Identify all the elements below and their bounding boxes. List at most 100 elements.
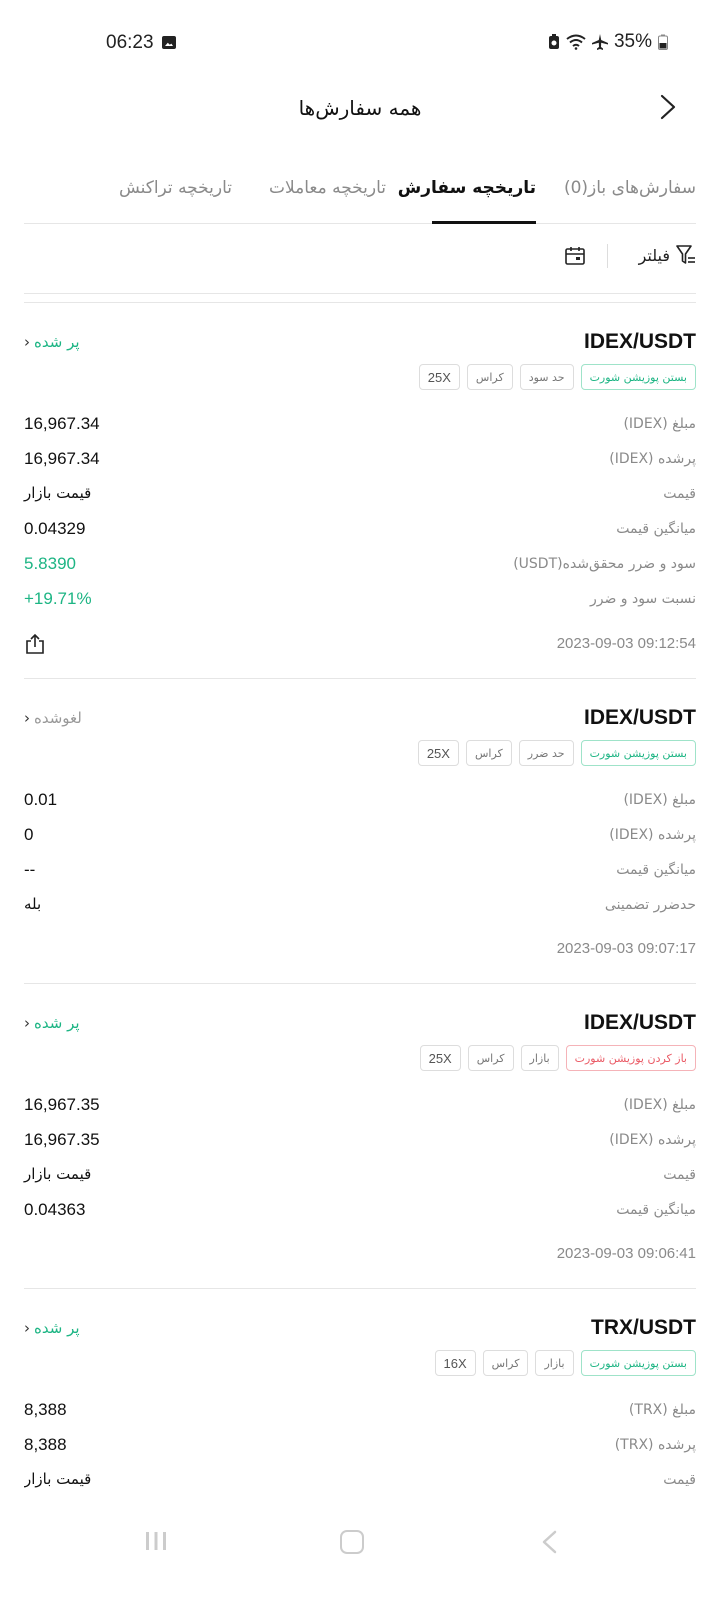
- order-card[interactable]: TRX/USDT پر شده ‹ بستن پوزیشن شورت بازار …: [24, 1316, 696, 1512]
- tab-transaction-history[interactable]: تاریخچه تراکنش: [119, 178, 232, 198]
- system-back-icon[interactable]: [540, 1530, 558, 1554]
- order-row: حدضرر تضمینی بله: [24, 895, 696, 921]
- tag-side: بستن پوزیشن شورت: [580, 364, 696, 390]
- row-value: 5.8390: [24, 554, 76, 573]
- tag-leverage: 25X: [417, 740, 459, 766]
- page-header: همه سفارش‌ها: [0, 86, 720, 130]
- status-icons: 35%: [548, 31, 668, 53]
- row-label: پرشده (IDEX): [609, 1132, 696, 1148]
- order-card[interactable]: IDEX/USDT پر شده ‹ بستن پوزیشن شورت حد سو…: [24, 330, 696, 690]
- tag-side: بستن پوزیشن شورت: [580, 1350, 696, 1376]
- recent-apps-icon[interactable]: [144, 1530, 168, 1552]
- order-status: لغوشده: [34, 709, 82, 727]
- row-label: مبلغ (TRX): [628, 1402, 696, 1418]
- status-time: 06:23: [106, 32, 154, 53]
- filter-icon: [676, 245, 695, 264]
- row-label: پرشده (TRX): [614, 1437, 696, 1453]
- battery-saver-icon: [548, 34, 559, 49]
- order-time: 2023-09-03 09:07:17: [556, 940, 696, 957]
- tab-open-orders[interactable]: سفارش‌های باز(0): [564, 178, 696, 198]
- divider: [24, 302, 696, 303]
- order-tags: باز کردن پوزیشن شورت بازار کراس 25X: [419, 1045, 696, 1071]
- row-value: 16,967.34: [24, 414, 100, 433]
- order-row: پرشده (TRX) 8,388: [24, 1435, 696, 1461]
- tab-order-history[interactable]: تاریخچه سفارش: [398, 178, 536, 198]
- order-pair: IDEX/USDT: [583, 330, 696, 353]
- row-label: مبلغ (IDEX): [623, 416, 696, 432]
- order-row: قیمت قیمت بازار: [24, 484, 696, 510]
- filter-button[interactable]: فیلتر: [639, 244, 696, 266]
- back-chevron-icon[interactable]: [656, 94, 680, 120]
- order-pair: TRX/USDT: [591, 1316, 696, 1339]
- row-label: قیمت: [663, 486, 696, 502]
- order-time: 2023-09-03 09:06:41: [556, 1245, 696, 1262]
- divider: [24, 983, 696, 984]
- row-value: قیمت بازار: [24, 1470, 92, 1488]
- order-pair: IDEX/USDT: [583, 706, 696, 729]
- calendar-icon[interactable]: [564, 246, 586, 266]
- order-status-link[interactable]: لغوشده ‹: [24, 709, 82, 727]
- tab-trade-history[interactable]: تاریخچه معاملات: [269, 178, 386, 198]
- row-value: 16,967.35: [24, 1130, 100, 1149]
- row-value: 8,388: [24, 1435, 67, 1454]
- chevron-left-icon: ‹: [24, 333, 30, 351]
- order-card[interactable]: IDEX/USDT پر شده ‹ باز کردن پوزیشن شورت ب…: [24, 1011, 696, 1281]
- toolbar-divider: [607, 244, 608, 268]
- home-icon[interactable]: [340, 1530, 364, 1554]
- order-card[interactable]: IDEX/USDT لغوشده ‹ بستن پوزیشن شورت حد ضر…: [24, 706, 696, 976]
- tag-side: باز کردن پوزیشن شورت: [565, 1045, 696, 1071]
- order-row: قیمت قیمت بازار: [24, 1470, 696, 1496]
- tag-type: حد سود: [519, 364, 574, 390]
- row-value: 8,388: [24, 1400, 67, 1419]
- row-value: 0.04329: [24, 519, 86, 538]
- order-tags: بستن پوزیشن شورت بازار کراس 16X: [434, 1350, 696, 1376]
- page-title: همه سفارش‌ها: [298, 96, 422, 120]
- row-label: میانگین قیمت: [616, 1202, 696, 1218]
- row-label: قیمت: [663, 1167, 696, 1183]
- row-label: میانگین قیمت: [616, 862, 696, 878]
- order-status: پر شده: [34, 333, 80, 351]
- share-icon[interactable]: [24, 633, 46, 655]
- order-pair: IDEX/USDT: [583, 1011, 696, 1034]
- active-tab-indicator: [432, 221, 536, 224]
- tag-margin: کراس: [465, 740, 512, 766]
- order-status-link[interactable]: پر شده ‹: [24, 333, 80, 351]
- row-value: +19.71%: [24, 589, 92, 608]
- order-tabs: سفارش‌های باز(0) تاریخچه سفارش تاریخچه م…: [24, 176, 696, 224]
- row-value: قیمت بازار: [24, 484, 92, 502]
- system-nav-bar: [0, 1512, 720, 1600]
- order-row: سود و ضرر محقق‌شده(USDT) 5.8390: [24, 554, 696, 580]
- battery-icon: [658, 34, 668, 50]
- row-label: میانگین قیمت: [616, 521, 696, 537]
- divider: [24, 678, 696, 679]
- row-value: بله: [24, 895, 42, 913]
- row-label: پرشده (IDEX): [609, 451, 696, 467]
- row-label: مبلغ (IDEX): [623, 1097, 696, 1113]
- tag-margin: کراس: [482, 1350, 529, 1376]
- order-row: میانگین قیمت --: [24, 860, 696, 886]
- row-value: 16,967.35: [24, 1095, 100, 1114]
- tag-margin: کراس: [466, 364, 513, 390]
- row-value: 0.04363: [24, 1200, 86, 1219]
- chevron-left-icon: ‹: [24, 1319, 30, 1337]
- filter-label: فیلتر: [638, 245, 670, 265]
- order-time: 2023-09-03 09:12:54: [556, 635, 696, 652]
- row-value: 16,967.34: [24, 449, 100, 468]
- order-tags: بستن پوزیشن شورت حد ضرر کراس 25X: [417, 740, 696, 766]
- order-row: میانگین قیمت 0.04329: [24, 519, 696, 545]
- order-status-link[interactable]: پر شده ‹: [24, 1014, 80, 1032]
- wifi-icon: [566, 34, 586, 50]
- tag-leverage: 25X: [419, 1045, 461, 1071]
- order-row: مبلغ (IDEX) 16,967.35: [24, 1095, 696, 1121]
- row-value: 0.01: [24, 790, 58, 809]
- row-label: قیمت: [663, 1472, 696, 1488]
- order-row: پرشده (IDEX) 0: [24, 825, 696, 851]
- tag-margin: کراس: [467, 1045, 514, 1071]
- gallery-notification-icon: [162, 36, 176, 49]
- chevron-left-icon: ‹: [24, 1014, 30, 1032]
- filter-toolbar: فیلتر: [24, 238, 696, 294]
- order-status-link[interactable]: پر شده ‹: [24, 1319, 80, 1337]
- row-value: 0: [24, 825, 34, 844]
- order-status: پر شده: [34, 1014, 80, 1032]
- chevron-left-icon: ‹: [24, 709, 30, 727]
